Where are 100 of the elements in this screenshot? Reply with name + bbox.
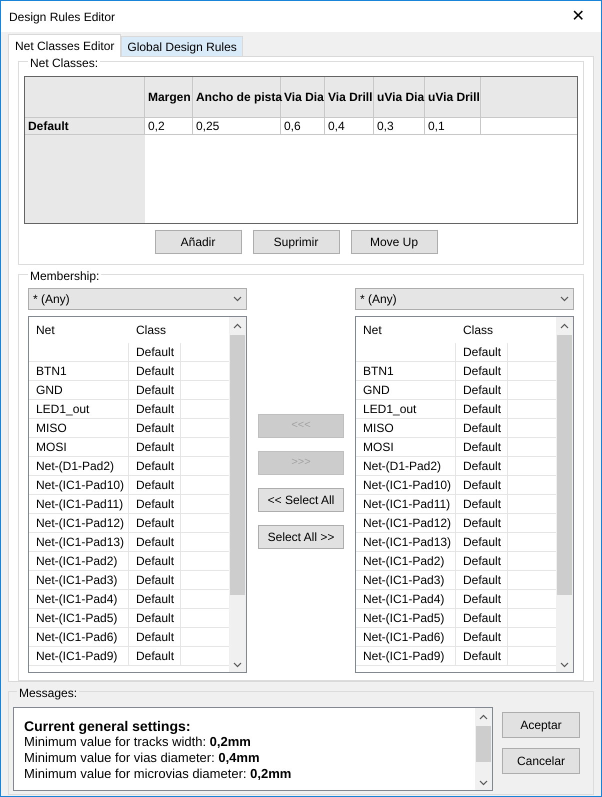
table-cell[interactable]: Default xyxy=(463,628,502,646)
column-header[interactable]: uVia Drill xyxy=(425,77,481,117)
table-cell[interactable]: GND xyxy=(363,380,390,399)
table-cell[interactable]: 0,6 xyxy=(281,118,325,134)
table-cell[interactable]: Default xyxy=(463,380,502,399)
table-cell[interactable]: 0,3 xyxy=(374,118,425,134)
column-header[interactable]: Via Dia xyxy=(281,77,325,117)
dialog-button[interactable]: Aceptar xyxy=(502,712,580,738)
table-cell[interactable]: Net-(IC1-Pad11) xyxy=(36,494,124,513)
table-cell[interactable]: Net-(IC1-Pad10) xyxy=(363,476,452,494)
table-cell[interactable]: Default xyxy=(136,362,174,380)
table-cell[interactable]: GND xyxy=(36,380,63,399)
column-header[interactable]: Ancho de pista xyxy=(193,77,281,117)
table-cell[interactable]: 0,25 xyxy=(193,118,281,134)
scrollbar[interactable] xyxy=(556,316,573,672)
scroll-down-icon[interactable] xyxy=(479,780,488,786)
table-cell[interactable]: Net-(IC1-Pad5) xyxy=(363,608,444,627)
table-cell[interactable]: Default xyxy=(136,342,174,361)
tab[interactable]: Global Design Rules xyxy=(121,36,243,56)
scroll-down-icon[interactable] xyxy=(233,662,242,668)
table-cell[interactable]: Net-(IC1-Pad4) xyxy=(363,590,444,608)
scroll-up-icon[interactable] xyxy=(233,322,242,329)
table-cell[interactable]: Default xyxy=(136,494,174,513)
table-cell[interactable]: LED1_out xyxy=(363,400,416,418)
table-cell[interactable]: Net-(IC1-Pad6) xyxy=(36,628,118,646)
tab[interactable]: Net Classes Editor xyxy=(8,34,122,57)
table-cell[interactable]: Default xyxy=(463,570,502,589)
table-cell[interactable]: Default xyxy=(463,514,502,532)
scrollbar[interactable] xyxy=(475,708,492,790)
table-cell[interactable]: Net-(D1-Pad2) xyxy=(36,456,114,475)
table-cell[interactable]: Net-(IC1-Pad10) xyxy=(36,476,124,494)
table-cell[interactable]: Default xyxy=(463,476,502,494)
scroll-up-icon[interactable] xyxy=(560,322,570,329)
table-cell[interactable]: Default xyxy=(463,456,502,475)
table-cell[interactable]: MOSI xyxy=(363,438,394,456)
row-header[interactable]: Default xyxy=(25,118,145,134)
table-cell[interactable]: Default xyxy=(136,608,174,627)
table-cell[interactable]: Default xyxy=(136,532,174,551)
table-cell[interactable]: BTN1 xyxy=(363,362,394,380)
filter-dropdown[interactable]: * (Any) xyxy=(355,288,574,310)
close-button[interactable]: ✕ xyxy=(563,4,593,28)
scrollbar-thumb[interactable] xyxy=(476,726,491,762)
table-cell[interactable]: Net-(IC1-Pad2) xyxy=(363,552,444,570)
table-cell[interactable]: Net-(IC1-Pad3) xyxy=(36,570,118,589)
table-cell[interactable]: Net-(IC1-Pad4) xyxy=(36,590,118,608)
table-cell[interactable]: Default xyxy=(136,456,174,475)
table-cell[interactable]: Default xyxy=(136,380,174,399)
table-cell[interactable]: Net-(IC1-Pad6) xyxy=(363,628,444,646)
table-cell[interactable]: Default xyxy=(463,532,502,551)
table-cell[interactable]: MOSI xyxy=(36,438,67,456)
table-cell[interactable]: Default xyxy=(463,418,502,437)
column-header[interactable]: Class xyxy=(129,320,181,339)
table-cell[interactable]: Net-(IC1-Pad5) xyxy=(36,608,118,627)
table-cell[interactable]: Default xyxy=(136,400,174,418)
table-cell[interactable]: MISO xyxy=(36,418,67,437)
table-cell[interactable]: 0,1 xyxy=(425,118,481,134)
table-cell[interactable]: Net-(IC1-Pad2) xyxy=(36,552,118,570)
column-header[interactable]: Net xyxy=(356,320,456,339)
table-cell[interactable]: 0,2 xyxy=(145,118,193,134)
table-cell[interactable]: Net-(IC1-Pad13) xyxy=(363,532,452,551)
column-header[interactable]: uVia Dia xyxy=(374,77,425,117)
table-cell[interactable]: Default xyxy=(136,514,174,532)
filter-dropdown[interactable]: * (Any) xyxy=(28,288,247,310)
table-cell[interactable]: Default xyxy=(463,400,502,418)
table-cell[interactable]: Net-(IC1-Pad9) xyxy=(363,646,444,665)
table-cell[interactable]: Net-(IC1-Pad12) xyxy=(36,514,124,532)
table-cell[interactable]: Default xyxy=(136,418,174,437)
scrollbar-thumb[interactable] xyxy=(230,334,246,595)
table-cell[interactable]: Default xyxy=(463,608,502,627)
action-button[interactable]: Añadir xyxy=(154,230,242,254)
column-header[interactable]: Margen xyxy=(145,77,193,117)
table-cell[interactable]: Default xyxy=(136,646,174,665)
table-cell[interactable]: Net-(IC1-Pad12) xyxy=(363,514,452,532)
transfer-button[interactable]: Select All >> xyxy=(258,524,344,549)
table-cell[interactable]: Default xyxy=(136,628,174,646)
table-cell[interactable]: Default xyxy=(463,438,502,456)
table-cell[interactable]: Default xyxy=(136,438,174,456)
action-button[interactable]: Move Up xyxy=(350,230,438,254)
scroll-down-icon[interactable] xyxy=(560,662,570,668)
scroll-up-icon[interactable] xyxy=(479,714,488,720)
table-cell[interactable]: Default xyxy=(463,342,502,361)
table-cell[interactable]: Default xyxy=(463,590,502,608)
table-cell[interactable]: Default xyxy=(136,552,174,570)
scrollbar-thumb[interactable] xyxy=(557,334,572,595)
table-cell[interactable]: Default xyxy=(136,590,174,608)
table-cell[interactable]: Default xyxy=(136,476,174,494)
table-cell[interactable]: LED1_out xyxy=(36,400,90,418)
dialog-button[interactable]: Cancelar xyxy=(502,748,580,774)
table-cell[interactable]: Default xyxy=(463,646,502,665)
table-cell[interactable]: Default xyxy=(463,494,502,513)
table-cell[interactable]: Net-(IC1-Pad11) xyxy=(363,494,450,513)
table-cell[interactable]: Net-(IC1-Pad3) xyxy=(363,570,444,589)
table-cell[interactable]: 0,4 xyxy=(325,118,374,134)
table-cell[interactable]: Default xyxy=(463,362,502,380)
scrollbar[interactable] xyxy=(229,316,246,672)
column-header[interactable]: Via Drill xyxy=(325,77,374,117)
column-header[interactable]: Class xyxy=(456,320,508,339)
column-header[interactable]: Net xyxy=(29,320,129,339)
table-cell[interactable]: MISO xyxy=(363,418,394,437)
transfer-button[interactable]: << Select All xyxy=(258,488,344,512)
